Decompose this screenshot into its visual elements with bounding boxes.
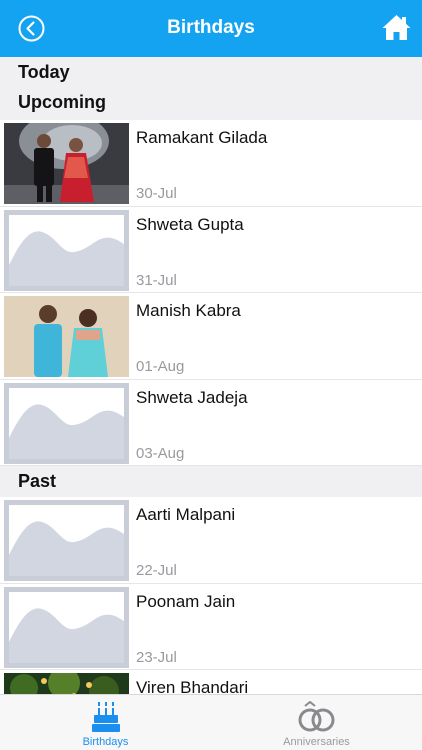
section-header-past: Past — [0, 466, 422, 497]
cake-icon — [91, 702, 120, 732]
list-item[interactable]: Poonam Jain 23-Jul — [0, 583, 422, 670]
tab-birthdays[interactable]: Birthdays — [0, 695, 211, 750]
list-item[interactable]: Viren Bhandari — [0, 670, 422, 694]
placeholder-photo-icon — [4, 209, 129, 291]
contact-name: Shweta Gupta — [136, 214, 244, 234]
birthday-date: 23-Jul — [136, 648, 177, 666]
section-header-today: Today — [0, 57, 422, 87]
navigation-bar: Birthdays — [0, 0, 422, 57]
tab-anniversaries[interactable]: Anniversaries — [211, 695, 422, 750]
home-icon[interactable] — [381, 13, 412, 42]
section-header-upcoming: Upcoming — [0, 87, 422, 120]
list-item[interactable]: Manish Kabra 01-Aug — [0, 293, 422, 380]
rings-icon — [298, 701, 334, 732]
contact-name: Ramakant Gilada — [136, 128, 268, 147]
contact-name: Manish Kabra — [136, 301, 241, 320]
birthday-date: 01-Aug — [136, 358, 185, 375]
birthday-list[interactable]: Today Upcoming Ramakant Gilada 30-Jul Sh… — [0, 57, 422, 694]
page-title: Birthdays — [167, 17, 255, 38]
contact-name: Poonam Jain — [136, 591, 236, 611]
contact-photo — [4, 673, 129, 694]
contact-photo — [4, 296, 129, 377]
birthday-date: 22-Jul — [136, 562, 177, 579]
list-item[interactable]: Shweta Jadeja 03-Aug — [0, 379, 422, 466]
contact-name: Shweta Jadeja — [136, 387, 248, 407]
birthday-date: 03-Aug — [136, 444, 185, 462]
birthday-date: 30-Jul — [136, 185, 177, 202]
placeholder-photo-icon — [4, 382, 129, 464]
contact-photo — [4, 123, 129, 204]
tab-label: Anniversaries — [283, 736, 350, 748]
birthday-date: 31-Jul — [136, 271, 177, 289]
tab-bar: Birthdays Anniversaries — [0, 694, 422, 750]
placeholder-photo-icon — [4, 586, 129, 668]
list-item[interactable]: Ramakant Gilada 30-Jul — [0, 120, 422, 207]
placeholder-photo-icon — [4, 500, 129, 581]
tab-label: Birthdays — [82, 736, 129, 748]
contact-name: Aarti Malpani — [136, 505, 236, 524]
list-item[interactable]: Shweta Gupta 31-Jul — [0, 206, 422, 293]
contact-name: Viren Bhandari — [136, 678, 249, 694]
list-item[interactable]: Aarti Malpani 22-Jul — [0, 497, 422, 584]
